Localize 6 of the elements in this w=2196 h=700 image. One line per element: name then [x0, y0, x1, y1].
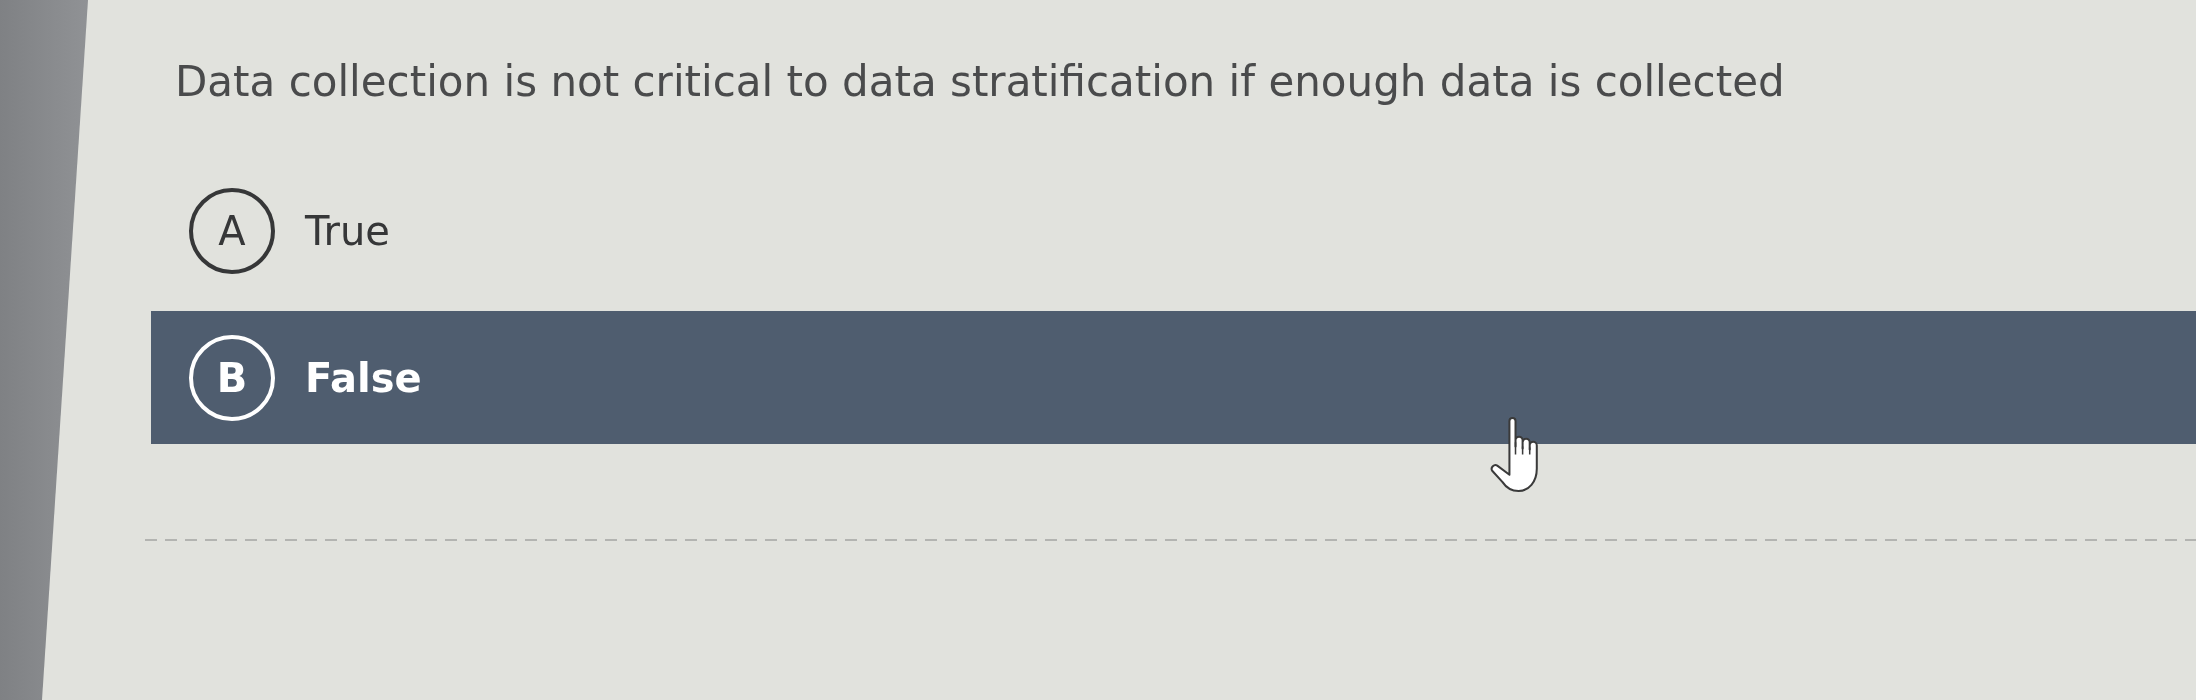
answer-option[interactable]: B False — [151, 311, 2196, 444]
question-text: Data collection is not critical to data stratification if enough data is collected — [175, 57, 1785, 107]
hand-cursor-icon — [1490, 417, 1539, 492]
answer-option[interactable]: A True — [151, 164, 2196, 297]
option-letter: A — [189, 187, 275, 274]
option-letter: B — [189, 334, 275, 421]
